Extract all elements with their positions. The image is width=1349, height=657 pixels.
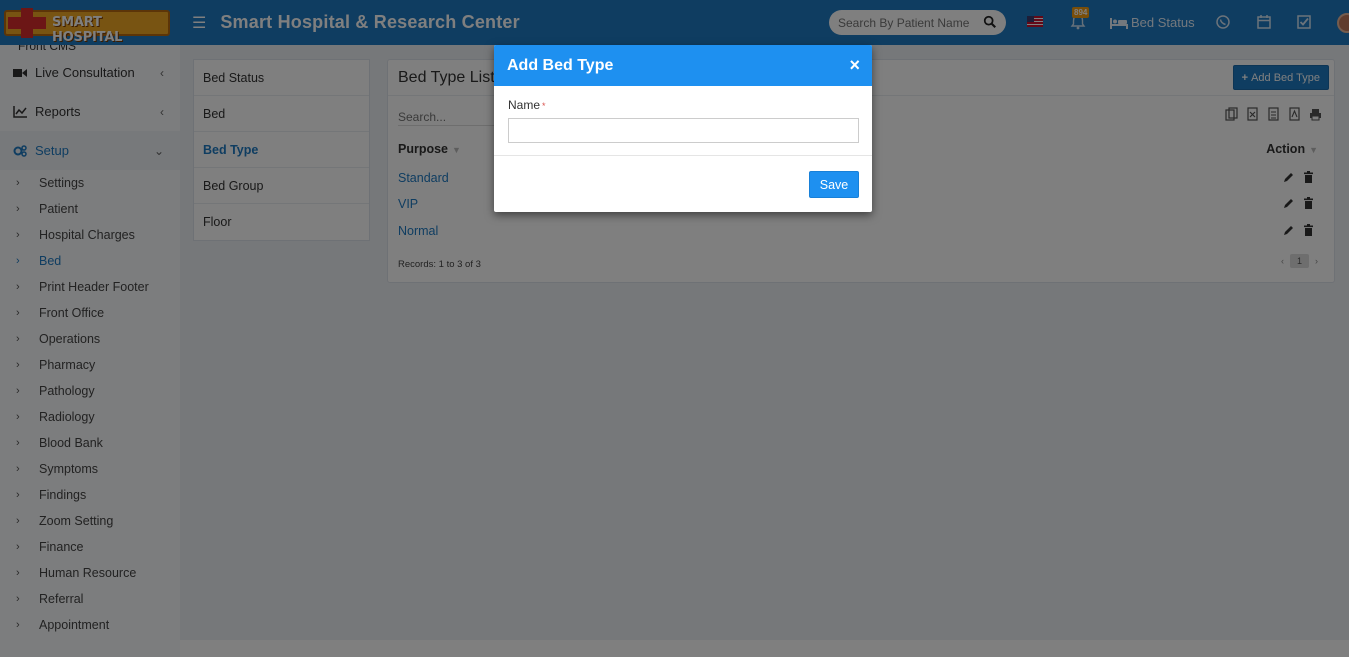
name-field-label-row: Name * bbox=[508, 98, 859, 112]
modal-title: Add Bed Type bbox=[507, 56, 614, 74]
close-icon[interactable]: × bbox=[849, 56, 860, 74]
required-marker: * bbox=[542, 101, 546, 111]
modal-body: Name * bbox=[494, 86, 872, 156]
name-input[interactable] bbox=[508, 118, 859, 143]
modal-header: Add Bed Type × bbox=[494, 45, 872, 86]
name-field-label: Name bbox=[508, 98, 541, 112]
save-button[interactable]: Save bbox=[809, 171, 859, 198]
add-bed-type-modal: Add Bed Type × Name * Save bbox=[494, 45, 872, 212]
